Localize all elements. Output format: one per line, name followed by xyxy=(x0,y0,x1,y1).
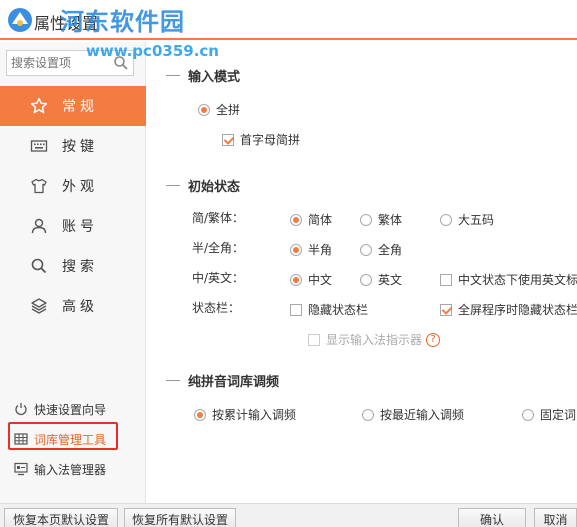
section-initial-state: 初始状态 xyxy=(166,176,240,195)
sidebar-item-general[interactable]: 常规 xyxy=(0,86,146,126)
option-label: 繁体 xyxy=(378,213,403,227)
option-label: 半角 xyxy=(308,243,333,257)
sidebar-item-advanced[interactable]: 高级 xyxy=(0,286,146,326)
title-bar: 属性设置 河东软件园 xyxy=(0,0,577,40)
checkbox-hide-status-bar[interactable]: 隐藏状态栏 xyxy=(290,301,368,318)
section-pinyin-frequency: 纯拼音词库调频 xyxy=(166,371,279,390)
option-label: 全拼 xyxy=(216,103,241,117)
user-icon xyxy=(31,218,47,234)
radio-button[interactable] xyxy=(360,243,372,256)
shirt-icon xyxy=(31,178,47,194)
option-label: 大五码 xyxy=(458,213,495,227)
restore-all-defaults-button[interactable]: 恢复所有默认设置 xyxy=(124,508,236,527)
option-label: 全屏程序时隐藏状态栏 xyxy=(458,303,577,317)
radio-freq-recent[interactable]: 按最近输入调频 xyxy=(362,406,464,423)
sidebar-item-label: 高级 xyxy=(62,299,98,315)
sidebar-item-account[interactable]: 账号 xyxy=(0,206,146,246)
row-label-simplified-traditional: 简/繁体： xyxy=(192,211,245,225)
radio-english[interactable]: 英文 xyxy=(360,271,402,288)
radio-freq-fixed[interactable]: 固定词 xyxy=(522,406,576,423)
section-title: 输入模式 xyxy=(188,70,241,85)
radio-button[interactable] xyxy=(362,408,374,421)
section-title: 初始状态 xyxy=(188,180,241,195)
option-label: 简体 xyxy=(308,213,333,227)
settings-panel: 输入模式 全拼 首字母简拼 初始状态 简/繁体： 简体 繁体 大五码 半/全角：… xyxy=(146,42,577,503)
radio-half-width[interactable]: 半角 xyxy=(290,241,332,258)
radio-full-width[interactable]: 全角 xyxy=(360,241,402,258)
sidebar-item-label: 外观 xyxy=(62,179,98,195)
layers-icon xyxy=(31,298,47,314)
radio-quanpin[interactable]: 全拼 xyxy=(198,101,240,118)
section-dash xyxy=(166,75,180,76)
monitor-icon xyxy=(14,462,28,476)
power-icon xyxy=(15,403,27,416)
option-label: 首字母简拼 xyxy=(240,133,301,147)
option-label: 全角 xyxy=(378,243,403,257)
checkbox[interactable] xyxy=(440,273,452,286)
checkbox[interactable] xyxy=(222,133,234,146)
sidebar-item-keys[interactable]: 按键 xyxy=(0,126,146,166)
row-label-chinese-english: 中/英文： xyxy=(192,271,245,285)
option-label: 中文状态下使用英文标 xyxy=(458,273,577,287)
quick-setup-wizard-link[interactable]: 快速设置向导 xyxy=(0,394,146,424)
tool-label: 快速设置向导 xyxy=(34,402,107,417)
restore-page-defaults-button[interactable]: 恢复本页默认设置 xyxy=(4,508,118,527)
footer-bar: 恢复本页默认设置 恢复所有默认设置 确认 取消 xyxy=(0,503,577,527)
option-label: 英文 xyxy=(378,273,403,287)
star-icon xyxy=(30,97,48,114)
sidebar: 常规 按键 外观 账号 xyxy=(0,42,146,503)
row-label-status-bar: 状态栏： xyxy=(192,301,241,315)
radio-button[interactable] xyxy=(198,103,210,116)
checkbox-show-ime-indicator[interactable]: 显示输入法指示器 ? xyxy=(308,331,441,348)
radio-chinese[interactable]: 中文 xyxy=(290,271,332,288)
sidebar-item-label: 搜索 xyxy=(62,259,98,275)
radio-button[interactable] xyxy=(194,408,206,421)
checkbox[interactable] xyxy=(308,333,320,346)
option-label: 固定词 xyxy=(540,408,577,422)
sidebar-item-appearance[interactable]: 外观 xyxy=(0,166,146,206)
radio-button[interactable] xyxy=(290,243,302,256)
option-label: 显示输入法指示器 xyxy=(326,333,423,347)
section-dash xyxy=(166,185,180,186)
radio-button[interactable] xyxy=(440,213,452,226)
radio-button[interactable] xyxy=(360,213,372,226)
checkbox[interactable] xyxy=(290,303,302,316)
checkbox[interactable] xyxy=(440,303,452,316)
sidebar-item-label: 按键 xyxy=(62,139,98,155)
option-label: 隐藏状态栏 xyxy=(308,303,369,317)
radio-button[interactable] xyxy=(360,273,372,286)
radio-big5[interactable]: 大五码 xyxy=(440,211,494,228)
search-icon xyxy=(31,258,47,274)
radio-freq-cumulative[interactable]: 按累计输入调频 xyxy=(194,406,296,423)
ime-manager-link[interactable]: 输入法管理器 xyxy=(0,454,146,484)
keyboard-icon xyxy=(30,140,48,152)
confirm-button[interactable]: 确认 xyxy=(458,508,526,527)
app-logo-icon xyxy=(8,8,32,32)
highlight-annotation-box xyxy=(8,422,118,450)
watermark-url: www.pc0359.cn xyxy=(86,42,219,60)
section-dash xyxy=(166,380,180,381)
section-input-mode: 输入模式 xyxy=(166,66,240,85)
help-icon[interactable]: ? xyxy=(426,332,441,347)
sidebar-item-search[interactable]: 搜索 xyxy=(0,246,146,286)
sidebar-nav: 常规 按键 外观 账号 搜索 高级 xyxy=(0,86,146,326)
radio-traditional[interactable]: 繁体 xyxy=(360,211,402,228)
option-label: 按最近输入调频 xyxy=(380,408,465,422)
checkbox-shouzimu[interactable]: 首字母简拼 xyxy=(222,131,300,148)
cancel-button[interactable]: 取消 xyxy=(534,508,577,527)
radio-button[interactable] xyxy=(522,408,534,421)
section-title: 纯拼音词库调频 xyxy=(188,375,280,390)
sidebar-item-label: 账号 xyxy=(62,219,98,235)
sidebar-item-label: 常规 xyxy=(62,99,98,115)
checkbox-english-punct-in-chinese[interactable]: 中文状态下使用英文标 xyxy=(440,271,577,288)
checkbox-hide-status-bar-fullscreen[interactable]: 全屏程序时隐藏状态栏 xyxy=(440,301,577,318)
watermark-text: 河东软件园 xyxy=(60,8,185,36)
option-label: 按累计输入调频 xyxy=(212,408,297,422)
radio-simplified[interactable]: 简体 xyxy=(290,211,332,228)
tool-label: 输入法管理器 xyxy=(34,462,107,477)
radio-button[interactable] xyxy=(290,273,302,286)
option-label: 中文 xyxy=(308,273,333,287)
radio-button[interactable] xyxy=(290,213,302,226)
row-label-half-full-width: 半/全角： xyxy=(192,241,245,255)
